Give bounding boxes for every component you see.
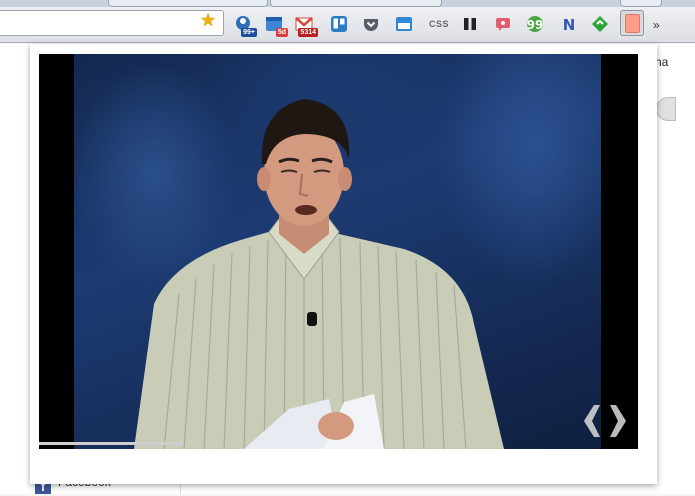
n-logo-icon[interactable]: N xyxy=(559,14,579,34)
pause-icon[interactable] xyxy=(460,14,480,34)
gmail-icon[interactable]: 5314 xyxy=(294,14,318,37)
address-bar[interactable] xyxy=(0,10,224,36)
tab[interactable] xyxy=(620,0,662,7)
active-extension-icon[interactable] xyxy=(620,10,644,36)
overflow-chevron-icon[interactable]: » xyxy=(653,18,660,32)
page-edge-text: na xyxy=(655,55,669,69)
tab[interactable] xyxy=(270,0,442,7)
extension-2-icon[interactable]: 5d xyxy=(264,14,288,37)
extension-6-icon[interactable] xyxy=(394,14,414,34)
video-scene xyxy=(134,99,504,449)
watermark-logo-icon xyxy=(584,405,626,437)
tab[interactable] xyxy=(108,0,268,7)
diamond-icon[interactable] xyxy=(590,14,610,34)
page-edge-button[interactable] xyxy=(656,97,676,121)
trello-icon[interactable] xyxy=(329,14,349,34)
extension-9-icon[interactable] xyxy=(493,14,513,34)
css-icon[interactable]: CSS xyxy=(428,14,450,34)
extension-1-icon[interactable]: 99+ xyxy=(233,14,257,37)
video-frame xyxy=(74,54,601,449)
badge: 5314 xyxy=(298,28,318,37)
badge: 5d xyxy=(275,28,288,37)
extension-popup xyxy=(30,44,657,484)
video-progress-bar[interactable] xyxy=(39,442,183,445)
svg-text:99: 99 xyxy=(527,18,544,32)
pocket-icon[interactable] xyxy=(361,14,381,34)
star-icon[interactable]: ★ xyxy=(200,11,216,29)
video-player[interactable] xyxy=(39,54,638,449)
badge: 99+ xyxy=(241,28,257,37)
svg-text:N: N xyxy=(563,16,576,33)
quote-icon[interactable]: 99 xyxy=(525,14,545,34)
tab-strip xyxy=(0,0,695,7)
browser-toolbar: ★ 99+ 5d 5314 CSS 99 N » xyxy=(0,7,695,43)
